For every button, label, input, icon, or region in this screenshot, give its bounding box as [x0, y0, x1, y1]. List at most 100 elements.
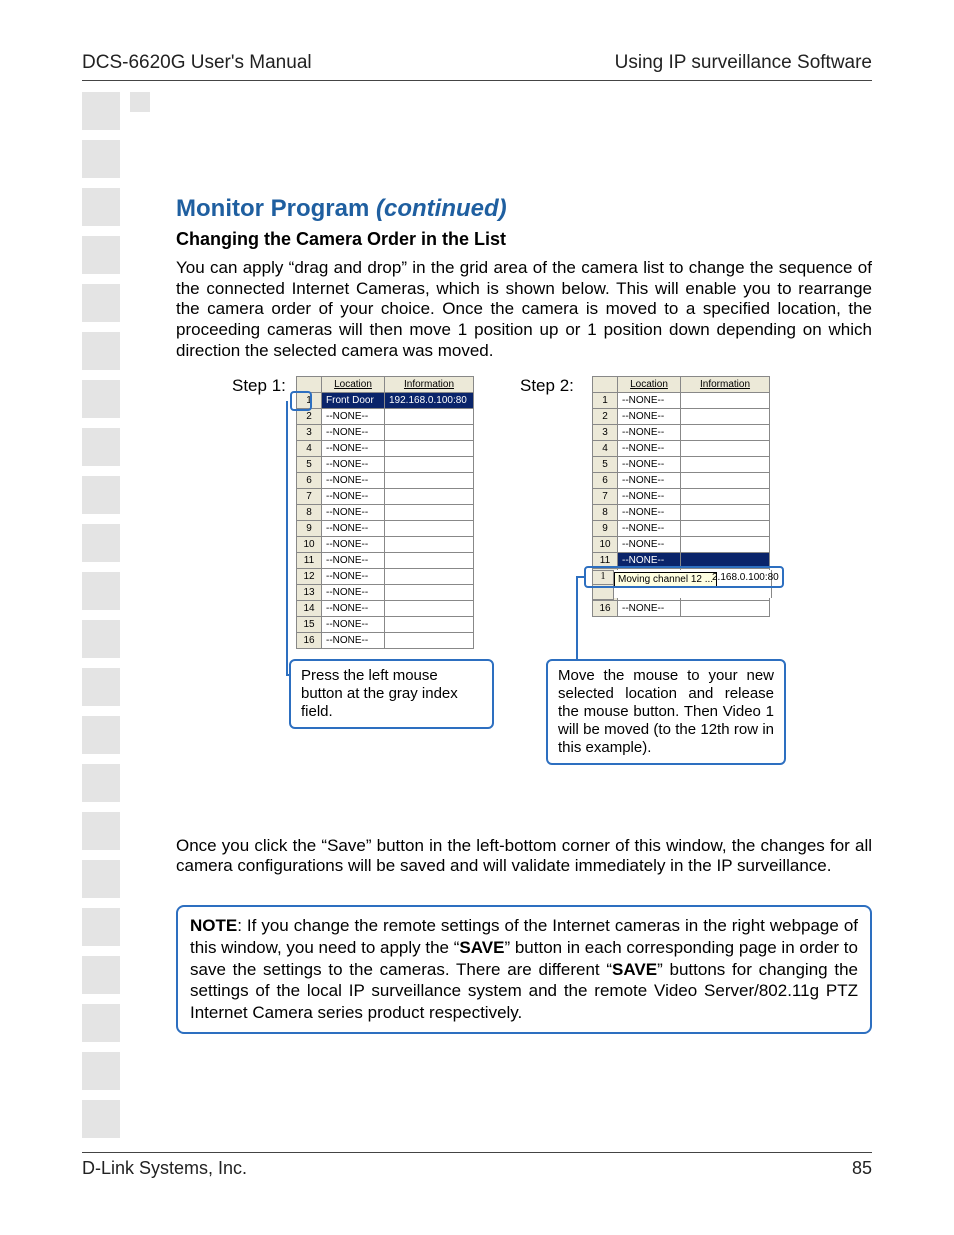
row-index[interactable]: 9 [297, 520, 322, 536]
footer-rule [82, 1152, 872, 1153]
row-info [681, 520, 770, 536]
row-info: 192.168.0.100:80 [385, 392, 474, 408]
table-row[interactable]: 9--NONE-- [297, 520, 474, 536]
camera-list-table-step1[interactable]: Location Information 1Front Door192.168.… [296, 376, 474, 649]
row-info [385, 616, 474, 632]
row-index[interactable]: 10 [593, 536, 618, 552]
row-index[interactable]: 11 [593, 552, 618, 568]
row-index[interactable]: 10 [297, 536, 322, 552]
row-location: --NONE-- [322, 584, 385, 600]
row-info [681, 504, 770, 520]
row-location: --NONE-- [618, 424, 681, 440]
row-location: --NONE-- [322, 568, 385, 584]
row-index[interactable]: 3 [593, 424, 618, 440]
table-row[interactable]: 6--NONE-- [297, 472, 474, 488]
row-index[interactable]: 1 [297, 392, 322, 408]
row-index[interactable]: 4 [593, 440, 618, 456]
row-location: --NONE-- [618, 504, 681, 520]
row-index[interactable]: 3 [297, 424, 322, 440]
table-row[interactable]: 3--NONE-- [593, 424, 770, 440]
table-row[interactable]: 10--NONE-- [297, 536, 474, 552]
table-row[interactable]: 9--NONE-- [593, 520, 770, 536]
row-index[interactable]: 1 [593, 392, 618, 408]
row-index[interactable]: 15 [297, 616, 322, 632]
step1-label: Step 1: [232, 376, 286, 396]
table-row[interactable]: 1Front Door192.168.0.100:80 [297, 392, 474, 408]
row-location: --NONE-- [618, 552, 681, 568]
row-index[interactable]: 5 [297, 456, 322, 472]
row-index[interactable]: 4 [297, 440, 322, 456]
table-row[interactable]: 4--NONE-- [593, 440, 770, 456]
row-index[interactable]: 6 [593, 472, 618, 488]
table-row[interactable]: 11--NONE-- [593, 552, 770, 568]
table-row[interactable]: 6--NONE-- [593, 472, 770, 488]
row-location: --NONE-- [618, 440, 681, 456]
footer-left: D-Link Systems, Inc. [82, 1158, 247, 1179]
row-index[interactable]: 5 [593, 456, 618, 472]
table-row[interactable]: 8--NONE-- [297, 504, 474, 520]
row-index[interactable]: 16 [297, 632, 322, 648]
row-info [385, 456, 474, 472]
row-info [385, 600, 474, 616]
row-location: --NONE-- [618, 408, 681, 424]
table-row[interactable]: 16--NONE-- [297, 632, 474, 648]
row-location: --NONE-- [322, 504, 385, 520]
table-row[interactable]: 16--NONE-- [593, 600, 770, 616]
footer-right: 85 [852, 1158, 872, 1179]
col-index [297, 376, 322, 392]
table-row[interactable]: 3--NONE-- [297, 424, 474, 440]
row-location: --NONE-- [322, 632, 385, 648]
table-row[interactable]: 10--NONE-- [593, 536, 770, 552]
row-index[interactable]: 6 [297, 472, 322, 488]
row-index[interactable]: 12 [297, 568, 322, 584]
table-row[interactable]: 5--NONE-- [297, 456, 474, 472]
row-location: --NONE-- [322, 536, 385, 552]
table-row[interactable]: 11--NONE-- [297, 552, 474, 568]
table-row[interactable]: 2--NONE-- [593, 408, 770, 424]
row-location: --NONE-- [618, 600, 681, 616]
step2-lead-h1 [576, 576, 586, 578]
row-info [681, 424, 770, 440]
row-location: --NONE-- [618, 520, 681, 536]
table-row[interactable]: 8--NONE-- [593, 504, 770, 520]
row-index[interactable]: 8 [297, 504, 322, 520]
row-index[interactable]: 7 [297, 488, 322, 504]
row-info [385, 408, 474, 424]
row-index[interactable]: 8 [593, 504, 618, 520]
row-location: --NONE-- [322, 472, 385, 488]
row-index[interactable]: 7 [593, 488, 618, 504]
table-row[interactable]: 7--NONE-- [297, 488, 474, 504]
row-location: --NONE-- [322, 440, 385, 456]
table-row[interactable]: 14--NONE-- [297, 600, 474, 616]
table-row[interactable]: 5--NONE-- [593, 456, 770, 472]
row-location: --NONE-- [618, 392, 681, 408]
table-row[interactable]: 4--NONE-- [297, 440, 474, 456]
row-index[interactable]: 14 [297, 600, 322, 616]
step1-lead-v [286, 401, 288, 676]
note-box: NOTE: If you change the remote settings … [176, 905, 872, 1034]
row-index[interactable]: 11 [297, 552, 322, 568]
col-info: Information [385, 376, 474, 392]
row-location: --NONE-- [322, 424, 385, 440]
row-index[interactable]: 9 [593, 520, 618, 536]
table-row[interactable]: 2--NONE-- [297, 408, 474, 424]
row-index[interactable]: 2 [593, 408, 618, 424]
row-location: --NONE-- [618, 536, 681, 552]
table-row[interactable]: 15--NONE-- [297, 616, 474, 632]
row-info [385, 536, 474, 552]
row-location: --NONE-- [322, 488, 385, 504]
row-info [681, 536, 770, 552]
row-index[interactable]: 16 [593, 600, 618, 616]
row-info [681, 456, 770, 472]
table-row[interactable]: 7--NONE-- [593, 488, 770, 504]
table-row[interactable]: 1--NONE-- [593, 392, 770, 408]
table-row[interactable]: 12--NONE-- [297, 568, 474, 584]
decorative-squares [82, 92, 162, 1143]
col-info: Information [681, 376, 770, 392]
row-location: --NONE-- [322, 408, 385, 424]
row-index[interactable]: 2 [297, 408, 322, 424]
table-row[interactable]: 13--NONE-- [297, 584, 474, 600]
row-index[interactable]: 13 [297, 584, 322, 600]
row-info [385, 552, 474, 568]
row-info [385, 632, 474, 648]
